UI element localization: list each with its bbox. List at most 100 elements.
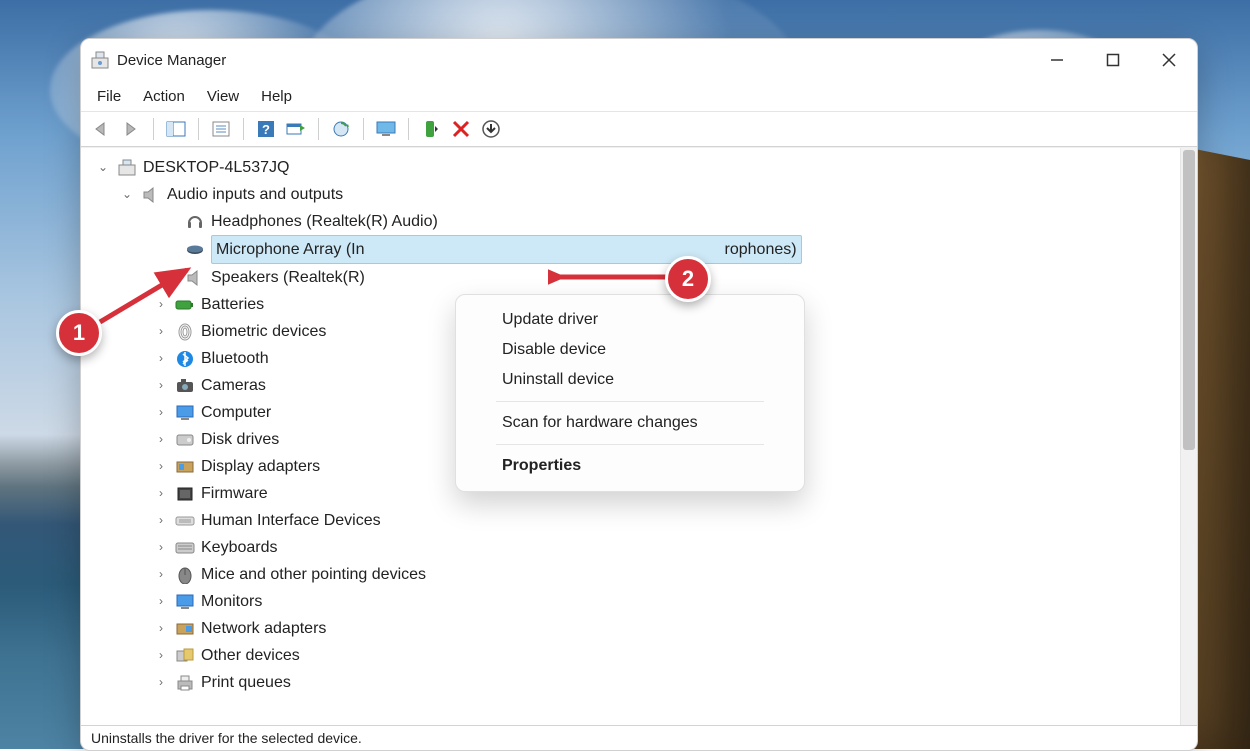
down-arrow-icon [482, 120, 500, 138]
toolbar-back-button[interactable] [87, 115, 115, 143]
chevron-down-icon[interactable]: ⌄ [119, 187, 135, 203]
arrow-left-icon [92, 121, 110, 137]
tree-category-audio[interactable]: ⌄ Audio inputs and outputs [95, 181, 1180, 208]
firmware-icon [175, 485, 195, 503]
monitor-icon [376, 121, 396, 137]
chevron-right-icon[interactable]: › [153, 513, 169, 529]
context-menu-uninstall-device[interactable]: Uninstall device [456, 365, 804, 395]
keyboard-icon [175, 539, 195, 557]
context-menu-disable-device[interactable]: Disable device [456, 335, 804, 365]
statusbar: Uninstalls the driver for the selected d… [81, 725, 1197, 750]
menu-action[interactable]: Action [143, 88, 185, 105]
chevron-right-icon[interactable]: › [153, 486, 169, 502]
chevron-right-icon[interactable]: › [153, 378, 169, 394]
minimize-button[interactable] [1029, 39, 1085, 81]
tree-category-label: Other devices [201, 642, 300, 669]
scrollbar-thumb[interactable] [1183, 150, 1195, 450]
context-menu-scan-hardware[interactable]: Scan for hardware changes [456, 408, 804, 438]
tree-category-monitors[interactable]: › Monitors [95, 588, 1180, 615]
tree-category-label: Disk drives [201, 426, 279, 453]
chevron-right-icon[interactable]: › [153, 594, 169, 610]
tree-category-keyboards[interactable]: › Keyboards [95, 534, 1180, 561]
tree-category-label: Network adapters [201, 615, 326, 642]
toolbar-properties-button[interactable] [207, 115, 235, 143]
svg-text:?: ? [262, 122, 270, 137]
tree-category-label: Batteries [201, 291, 264, 318]
context-menu-update-driver[interactable]: Update driver [456, 305, 804, 335]
minimize-icon [1050, 53, 1064, 67]
tree-category-label: Keyboards [201, 534, 278, 561]
tree-category-label: Computer [201, 399, 271, 426]
tree-category-other[interactable]: › Other devices [95, 642, 1180, 669]
bluetooth-icon [175, 350, 195, 368]
chevron-down-icon[interactable]: ⌄ [95, 160, 111, 176]
chevron-right-icon[interactable]: › [153, 459, 169, 475]
menu-view[interactable]: View [207, 88, 239, 105]
tree-device-microphone-selected[interactable]: Microphone Array (Inrophones) [95, 235, 1180, 264]
chevron-right-icon[interactable]: › [153, 567, 169, 583]
maximize-button[interactable] [1085, 39, 1141, 81]
speaker-icon [185, 269, 205, 287]
toolbar-update-button[interactable] [327, 115, 355, 143]
menubar: File Action View Help [81, 81, 1197, 111]
chevron-right-icon[interactable]: › [153, 405, 169, 421]
x-icon [452, 120, 470, 138]
chevron-right-icon[interactable]: › [153, 621, 169, 637]
device-manager-app-icon [91, 51, 109, 69]
chevron-right-icon[interactable]: › [153, 648, 169, 664]
tree-category-label: Firmware [201, 480, 268, 507]
tree-device-label: Headphones (Realtek(R) Audio) [211, 208, 438, 235]
context-menu-separator [496, 444, 764, 445]
tree-category-label: Display adapters [201, 453, 320, 480]
tree-category-hid[interactable]: › Human Interface Devices [95, 507, 1180, 534]
tree-device-speakers[interactable]: Speakers (Realtek(R) [95, 264, 1180, 291]
display-adapter-icon [175, 458, 195, 476]
close-icon [1162, 53, 1176, 67]
tree-category-print[interactable]: › Print queues [95, 669, 1180, 696]
tree-root[interactable]: ⌄ DESKTOP-4L537JQ [95, 154, 1180, 181]
vertical-scrollbar[interactable] [1180, 148, 1197, 725]
other-devices-icon [175, 647, 195, 665]
network-icon [175, 620, 195, 638]
tree-category-label: Print queues [201, 669, 291, 696]
monitor-icon [175, 404, 195, 422]
headphones-icon [185, 213, 205, 231]
microphone-icon [185, 241, 205, 259]
menu-file[interactable]: File [97, 88, 121, 105]
context-menu-properties[interactable]: Properties [456, 451, 804, 481]
toolbar-monitor-button[interactable] [372, 115, 400, 143]
chevron-right-icon[interactable]: › [153, 432, 169, 448]
chevron-right-icon[interactable]: › [153, 675, 169, 691]
toolbar-forward-button[interactable] [117, 115, 145, 143]
toolbar-uninstall-button[interactable] [447, 115, 475, 143]
toolbar-help-button[interactable]: ? [252, 115, 280, 143]
toolbar-disable-button[interactable] [477, 115, 505, 143]
device-manager-window: Device Manager File Action View Help ? [80, 38, 1198, 751]
close-button[interactable] [1141, 39, 1197, 81]
tree-category-mice[interactable]: › Mice and other pointing devices [95, 561, 1180, 588]
help-icon: ? [257, 120, 275, 138]
arrow-right-icon [122, 121, 140, 137]
annotation-callout-2: 2 [665, 256, 711, 302]
chevron-right-icon[interactable]: › [153, 351, 169, 367]
window-title: Device Manager [117, 52, 226, 69]
window-controls [1029, 39, 1197, 81]
toolbar-scan-button[interactable] [282, 115, 310, 143]
update-icon [332, 120, 350, 138]
chevron-right-icon[interactable]: › [153, 297, 169, 313]
tree-device-headphones[interactable]: Headphones (Realtek(R) Audio) [95, 208, 1180, 235]
context-menu: Update driver Disable device Uninstall d… [455, 294, 805, 492]
maximize-icon [1106, 53, 1120, 67]
chevron-right-icon[interactable]: › [153, 324, 169, 340]
annotation-callout-1: 1 [56, 310, 102, 356]
toolbar-enable-button[interactable] [417, 115, 445, 143]
tree-device-label-selected: Microphone Array (Inrophones) [211, 235, 802, 264]
tree-category-label: Cameras [201, 372, 266, 399]
toolbar-show-hide-button[interactable] [162, 115, 190, 143]
fingerprint-icon [175, 323, 195, 341]
menu-help[interactable]: Help [261, 88, 292, 105]
tree-category-label: Biometric devices [201, 318, 326, 345]
enable-icon [423, 120, 439, 138]
tree-category-network[interactable]: › Network adapters [95, 615, 1180, 642]
chevron-right-icon[interactable]: › [153, 540, 169, 556]
